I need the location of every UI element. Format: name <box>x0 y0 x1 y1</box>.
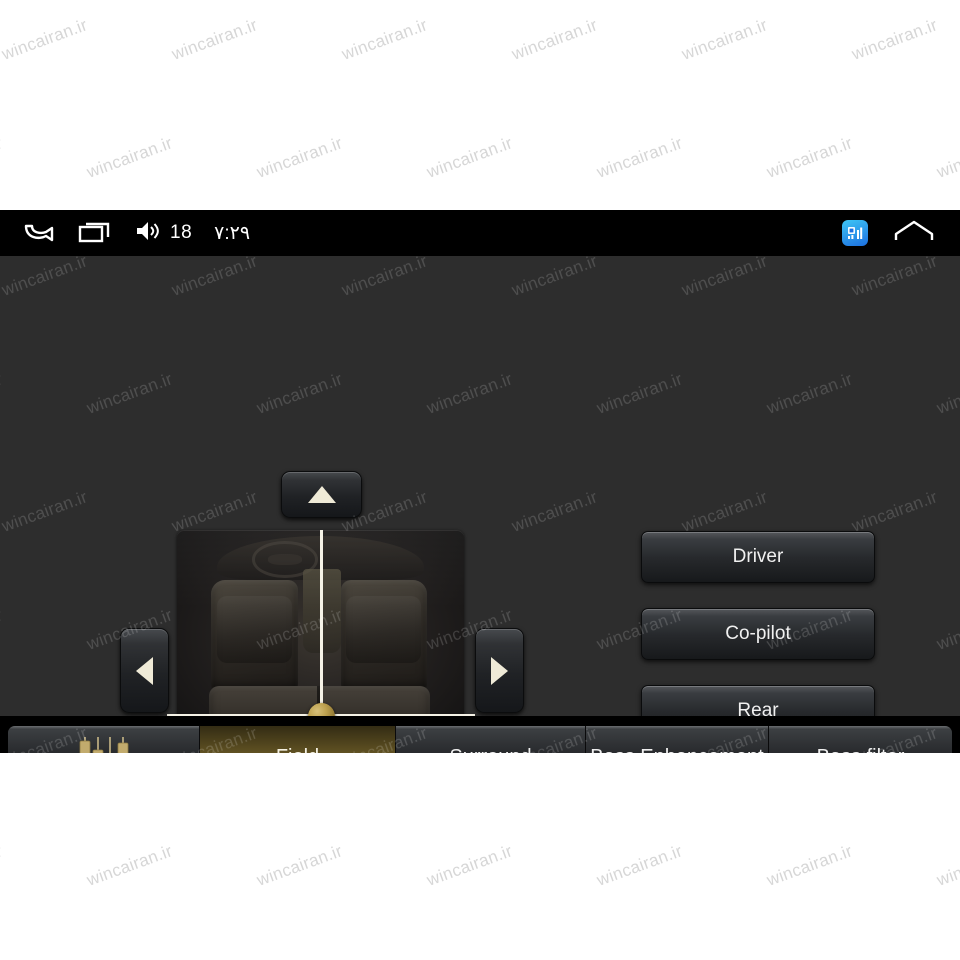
move-up-button[interactable] <box>281 471 362 518</box>
watermark-text: wincairan.ir <box>84 841 175 890</box>
watermark-text: wincairan.ir <box>0 841 5 890</box>
watermark-text: wincairan.ir <box>84 133 175 182</box>
watermark-text: wincairan.ir <box>934 133 960 182</box>
zone-button-label: Co-pilot <box>725 623 791 644</box>
move-right-button[interactable] <box>475 628 524 713</box>
tab-bass-filter-label: Bass filter <box>817 746 905 754</box>
tab-field[interactable]: Field <box>200 726 396 753</box>
status-bar-right-group <box>842 210 934 256</box>
status-bar-clock: ۷:۲۹ <box>214 222 251 244</box>
car-headunit-screen: 18 ۷:۲۹ Driver Co-pilot Rear <box>0 210 960 753</box>
watermark-text: wincairan.ir <box>339 15 430 64</box>
watermark-text: wincairan.ir <box>679 15 770 64</box>
volume-icon <box>134 219 162 248</box>
tab-bass-filter[interactable]: Bass filter <box>769 726 952 753</box>
volume-indicator[interactable]: 18 <box>134 219 192 248</box>
move-left-button[interactable] <box>120 628 169 713</box>
watermark-text: wincairan.ir <box>254 133 345 182</box>
watermark-text: wincairan.ir <box>424 133 515 182</box>
triangle-up-icon <box>307 486 336 503</box>
watermark-text: wincairan.ir <box>764 133 855 182</box>
watermark-text: wincairan.ir <box>764 841 855 890</box>
tab-surround[interactable]: Surround <box>396 726 586 753</box>
tab-surround-label: Surround <box>449 746 531 754</box>
home-icon[interactable] <box>894 218 934 249</box>
tab-field-label: Field <box>276 746 319 754</box>
equalizer-app-icon[interactable] <box>842 220 868 246</box>
triangle-left-icon <box>136 656 153 685</box>
triangle-right-icon <box>491 656 508 685</box>
front-right-seat <box>340 580 427 692</box>
recent-apps-icon[interactable] <box>78 219 112 248</box>
sound-field-screen: Driver Co-pilot Rear All <box>0 256 960 753</box>
status-bar-left-group: 18 ۷:۲۹ <box>22 210 250 256</box>
tab-bass-enhancement[interactable]: Bass Enhancement <box>586 726 769 753</box>
watermark-text: wincairan.ir <box>424 841 515 890</box>
audio-settings-tabbar: Field Surround Bass Enhancement Bass fil… <box>0 716 960 753</box>
watermark-text: wincairan.ir <box>254 841 345 890</box>
watermark-text: wincairan.ir <box>509 15 600 64</box>
zone-button-co-pilot[interactable]: Co-pilot <box>641 608 875 660</box>
tab-strip: Field Surround Bass Enhancement Bass fil… <box>8 726 952 753</box>
watermark-text: wincairan.ir <box>169 15 260 64</box>
volume-level: 18 <box>170 222 193 243</box>
zone-button-label: Driver <box>732 546 784 567</box>
equalizer-sliders-icon <box>76 733 132 753</box>
watermark-text: wincairan.ir <box>849 15 940 64</box>
watermark-text: wincairan.ir <box>0 133 5 182</box>
zone-button-driver[interactable]: Driver <box>641 531 875 583</box>
watermark-text: wincairan.ir <box>594 133 685 182</box>
watermark-text: wincairan.ir <box>594 841 685 890</box>
watermark-text: wincairan.ir <box>934 841 960 890</box>
front-left-seat <box>211 580 298 692</box>
back-arrow-icon[interactable] <box>22 219 56 248</box>
screenshot-canvas: 18 ۷:۲۹ Driver Co-pilot Rear wincairan.i… <box>0 0 960 960</box>
tab-bass-enhancement-label: Bass Enhancement <box>590 746 763 754</box>
tab-equalizer[interactable] <box>8 726 200 753</box>
watermark-text: wincairan.ir <box>0 15 90 64</box>
android-status-bar: 18 ۷:۲۹ <box>0 210 960 256</box>
